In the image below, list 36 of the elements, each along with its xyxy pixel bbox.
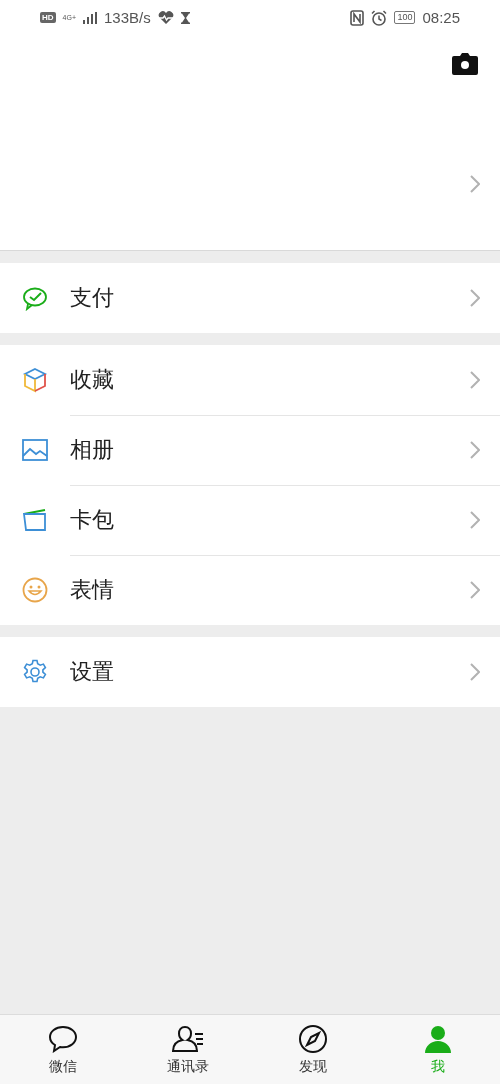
chat-bubble-icon [47, 1025, 78, 1053]
menu-item[interactable]: 表情 [0, 555, 500, 625]
settings-icon [22, 659, 48, 685]
camera-icon[interactable] [452, 53, 478, 75]
person-icon [422, 1024, 453, 1054]
menu-item[interactable]: 卡包 [0, 485, 500, 555]
nfc-icon [350, 9, 365, 26]
clock-time: 08:25 [422, 9, 460, 26]
menu-item[interactable]: 支付 [0, 263, 500, 333]
smiley-icon [22, 577, 48, 603]
tab-item[interactable]: 通讯录 [125, 1015, 250, 1084]
chevron-right-icon [470, 663, 480, 681]
alarm-clock-icon [371, 9, 388, 26]
contacts-icon [170, 1025, 205, 1053]
heart-rate-icon [157, 10, 174, 25]
network-speed: 133B/s [104, 9, 151, 26]
chat-check-icon [22, 285, 48, 311]
menu-item[interactable]: 收藏 [0, 345, 500, 415]
chevron-right-icon [470, 511, 480, 529]
tab-item[interactable]: 发现 [250, 1015, 375, 1084]
picture-frame-icon [22, 439, 48, 461]
chevron-right-icon [470, 175, 480, 193]
cube-icon [22, 367, 48, 393]
battery-level: 100 [394, 11, 416, 24]
chevron-right-icon [470, 289, 480, 307]
signal-icon [83, 11, 97, 24]
chevron-right-icon [470, 441, 480, 459]
hourglass-icon [180, 11, 190, 24]
card-holder-icon [22, 508, 48, 532]
compass-icon [297, 1024, 328, 1054]
menu-item[interactable]: 设置 [0, 637, 500, 707]
tab-item[interactable]: 微信 [0, 1015, 125, 1084]
menu-item[interactable]: 相册 [0, 415, 500, 485]
hd-badge: HD [40, 12, 56, 23]
chevron-right-icon [470, 371, 480, 389]
chevron-right-icon [470, 581, 480, 599]
